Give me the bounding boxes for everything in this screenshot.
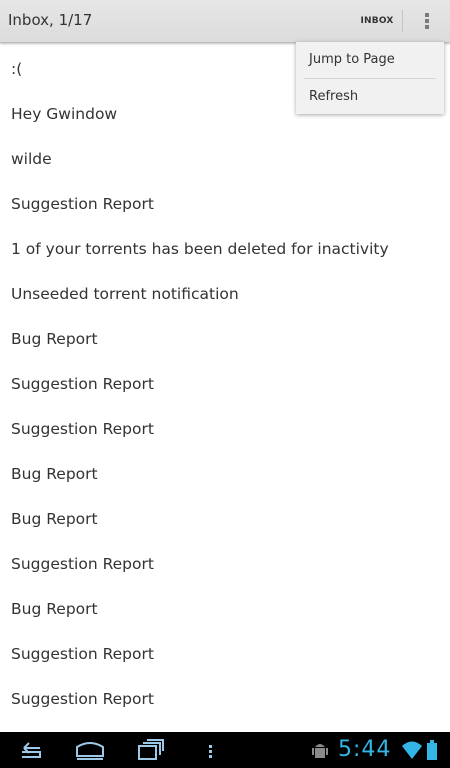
list-item[interactable]: Bug Report (0, 448, 450, 493)
status-clock: 5:44 (338, 737, 392, 762)
list-item[interactable]: Unseeded torrent notification (0, 268, 450, 313)
list-item[interactable]: Suggestion Report (0, 178, 450, 223)
action-bar-divider (402, 10, 403, 32)
list-item[interactable]: Suggestion Report (0, 538, 450, 583)
menu-item-refresh[interactable]: Refresh (296, 79, 444, 115)
system-nav-bar: 5:44 (0, 732, 450, 768)
overflow-dot (425, 25, 429, 29)
list-item[interactable]: Bug Report (0, 313, 450, 358)
message-list: :( Hey Gwindow wilde Suggestion Report 1… (0, 43, 450, 732)
action-bar: Inbox, 1/17 INBOX (0, 0, 450, 43)
battery-icon (427, 740, 437, 760)
list-item[interactable]: Suggestion Report (0, 403, 450, 448)
list-item[interactable]: Suggestion Report (0, 628, 450, 673)
list-item[interactable]: wilde (0, 133, 450, 178)
list-item[interactable]: Bug Report (0, 583, 450, 628)
page-title: Inbox, 1/17 (8, 11, 93, 29)
inbox-button[interactable]: INBOX (356, 11, 398, 31)
recent-apps-icon[interactable] (136, 736, 166, 764)
android-debug-icon (312, 744, 328, 758)
home-icon[interactable] (74, 736, 106, 764)
wifi-icon (402, 741, 422, 759)
list-item[interactable]: 1 of your torrents has been deleted for … (0, 223, 450, 268)
list-item[interactable]: Suggestion Report (0, 673, 450, 718)
list-item[interactable]: Suggestion Report (0, 358, 450, 403)
overflow-dot (425, 19, 429, 23)
menu-item-jump-to-page[interactable]: Jump to Page (296, 42, 444, 78)
back-icon[interactable] (16, 736, 44, 764)
menu-icon[interactable] (204, 736, 216, 764)
overflow-dot (425, 13, 429, 17)
overflow-popup-menu: Jump to Page Refresh (296, 42, 444, 114)
list-item[interactable]: Bug Report (0, 493, 450, 538)
overflow-menu-icon[interactable] (412, 6, 442, 36)
